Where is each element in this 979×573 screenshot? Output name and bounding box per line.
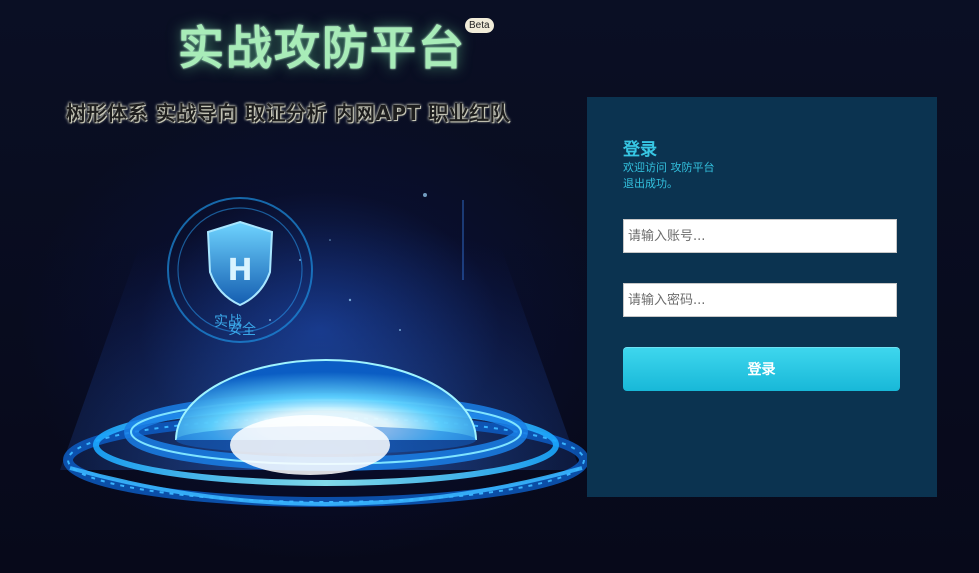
logo-text-bottom: 安全 bbox=[228, 321, 256, 338]
beta-badge: Beta bbox=[465, 18, 494, 33]
login-button[interactable]: 登录 bbox=[623, 347, 900, 391]
shield-letter: H bbox=[227, 253, 252, 288]
hero-illustration: H 实战 安全 bbox=[60, 160, 589, 507]
platform-slogan: 树形体系 实战导向 取证分析 内网APT 职业红队 bbox=[66, 101, 511, 125]
login-panel: 登录 欢迎访问 攻防平台 退出成功。 登录 bbox=[587, 97, 937, 497]
login-heading: 登录 bbox=[623, 140, 657, 160]
logout-status: 退出成功。 bbox=[623, 177, 678, 190]
account-input[interactable] bbox=[623, 219, 897, 253]
welcome-text: 欢迎访问 攻防平台 bbox=[623, 161, 715, 174]
platform-title: 实战攻防平台 bbox=[178, 21, 466, 75]
login-page: 实战攻防平台 Beta 树形体系 实战导向 取证分析 内网APT 职业红队 H … bbox=[0, 0, 979, 573]
password-input[interactable] bbox=[623, 283, 897, 317]
